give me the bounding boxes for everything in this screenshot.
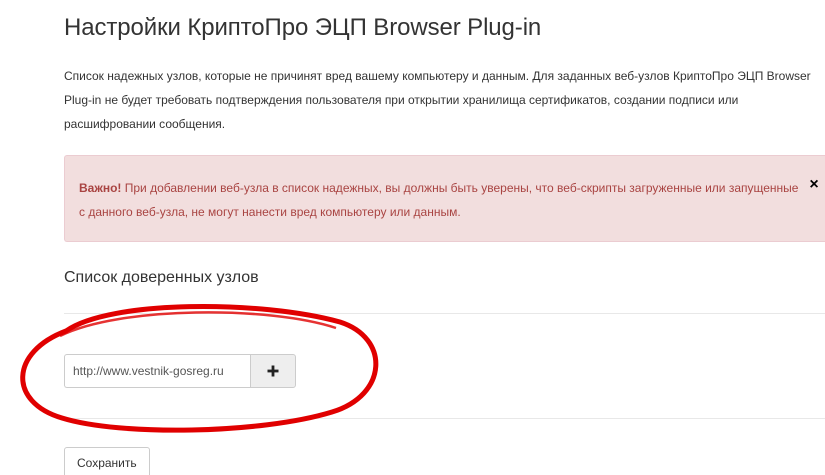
intro-text: Список надежных узлов, которые не причин… — [64, 69, 811, 131]
settings-page: Настройки КриптоПро ЭЦП Browser Plug-in … — [0, 0, 825, 475]
page-title: Настройки КриптоПро ЭЦП Browser Plug-in — [64, 14, 542, 41]
save-button[interactable]: Сохранить — [64, 447, 150, 475]
warning-alert: Важно! При добавлении веб-узла в список … — [64, 155, 825, 242]
alert-strong: Важно! — [79, 181, 122, 195]
divider-top — [64, 313, 825, 314]
alert-message: При добавлении веб-узла в список надежны… — [79, 181, 799, 219]
host-url-input[interactable] — [64, 354, 250, 388]
alert-text: Важно! При добавлении веб-узла в список … — [79, 176, 799, 224]
add-host-button[interactable] — [250, 354, 296, 388]
trusted-list-heading: Список доверенных узлов — [64, 269, 259, 286]
divider-bottom — [64, 418, 825, 419]
close-icon[interactable]: × — [806, 175, 822, 195]
add-host-group — [64, 354, 296, 388]
plus-icon — [267, 365, 279, 377]
